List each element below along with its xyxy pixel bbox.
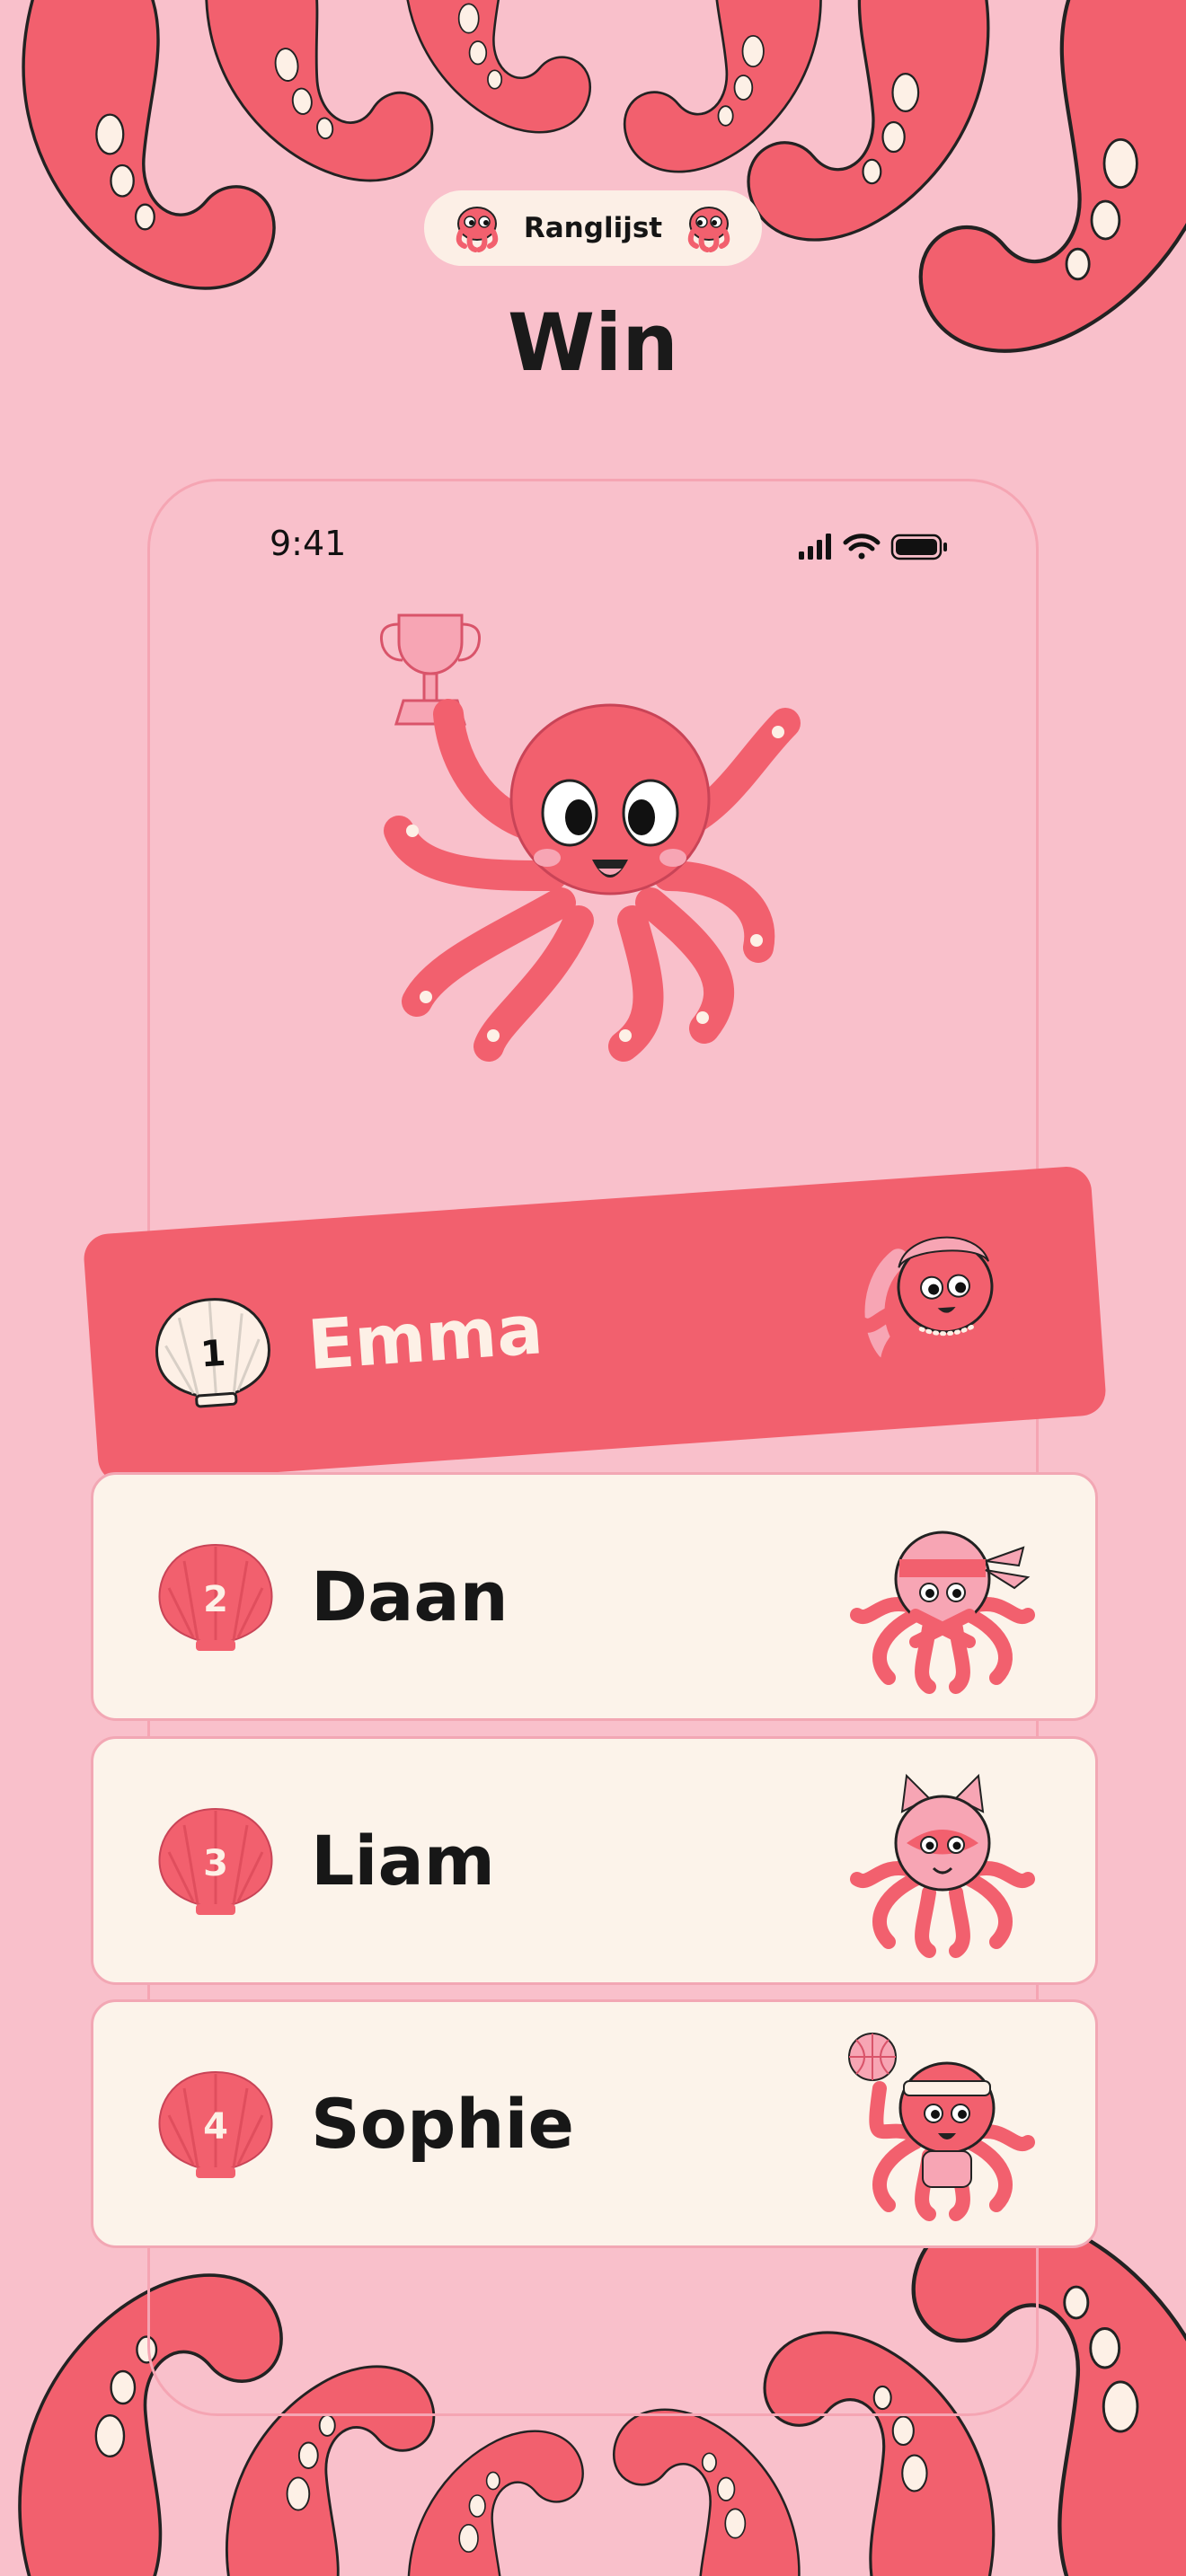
player-name: Liam <box>311 1821 495 1901</box>
rank-badge-3: 3 <box>153 1798 279 1924</box>
player-name: Sophie <box>311 2084 575 2164</box>
status-icons <box>799 534 947 560</box>
octopus-trophy-icon <box>380 613 801 1062</box>
leaderboard-tab[interactable]: Ranglijst <box>424 190 762 266</box>
rank-badge-2: 2 <box>153 1534 279 1660</box>
octopus-icon <box>687 207 730 252</box>
cat-mask-octopus-icon <box>850 1773 1035 1958</box>
leaderboard-row-4[interactable]: 4 Sophie <box>91 1999 1098 2248</box>
battery-icon <box>890 534 947 560</box>
player-name: Emma <box>305 1288 545 1385</box>
player-name: Daan <box>311 1557 509 1636</box>
page-title: Win <box>508 296 678 389</box>
basketball-octopus-icon <box>848 2032 1035 2221</box>
octopus-icon <box>456 207 499 252</box>
leaderboard-tab-label: Ranglijst <box>523 212 663 244</box>
wifi-icon <box>843 534 881 560</box>
leaderboard-row-3[interactable]: 3 Liam <box>91 1736 1098 1985</box>
leaderboard-row-2[interactable]: 2 Daan <box>91 1472 1098 1721</box>
cellular-signal-icon <box>799 534 831 560</box>
status-time: 9:41 <box>270 524 347 563</box>
rank-badge-4: 4 <box>153 2061 279 2187</box>
ninja-octopus-icon <box>850 1531 1035 1694</box>
mermaid-octopus-icon <box>854 1236 1040 1398</box>
rank-badge-1: 1 <box>146 1284 279 1418</box>
